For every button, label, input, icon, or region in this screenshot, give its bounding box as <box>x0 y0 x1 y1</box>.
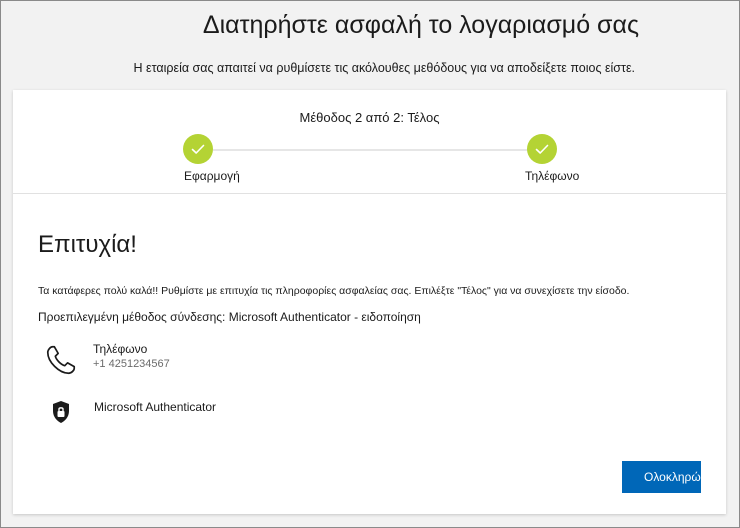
step-1-complete-icon <box>183 134 213 164</box>
done-button[interactable]: Ολοκληρώθηκε <box>622 461 701 493</box>
method-name: Microsoft Authenticator <box>94 400 217 414</box>
progress-tracker: Μέθοδος 2 από 2: Τέλος Εφαρμογή Τηλέφωνο <box>13 90 726 194</box>
setup-card: Μέθοδος 2 από 2: Τέλος Εφαρμογή Τηλέφωνο… <box>13 90 726 514</box>
success-message: Τα κατάφερες πολύ καλά!! Ρυθμίστε με επι… <box>38 285 630 297</box>
checkmark-icon <box>535 144 549 154</box>
step-label: Μέθοδος 2 από 2: Τέλος <box>299 110 440 125</box>
method-detail: +1 4251234567 <box>93 358 170 370</box>
phone-icon <box>43 342 79 378</box>
page-title: Διατηρήστε ασφαλή το λογαριασμό σας <box>202 11 639 39</box>
method-item-phone: Τηλέφωνο +1 4251234567 <box>43 342 170 378</box>
window-frame: Διατηρήστε ασφαλή το λογαριασμό σας Η ετ… <box>0 0 740 528</box>
method-item-authenticator: Microsoft Authenticator <box>43 400 216 424</box>
step-1-label: Εφαρμογή <box>184 169 240 183</box>
default-method-text: Προεπιλεγμένη μέθοδος σύνδεσης: Microsof… <box>38 310 421 324</box>
checkmark-icon <box>191 144 205 154</box>
method-name: Τηλέφωνο <box>93 342 148 356</box>
progress-track <box>213 149 543 151</box>
step-2-label: Τηλέφωνο <box>525 169 580 183</box>
authenticator-lock-icon <box>51 400 71 424</box>
success-heading: Επιτυχία! <box>38 231 137 258</box>
page-subtitle: Η εταιρεία σας απαιτεί να ρυθμίσετε τις … <box>133 61 635 75</box>
step-2-complete-icon <box>527 134 557 164</box>
